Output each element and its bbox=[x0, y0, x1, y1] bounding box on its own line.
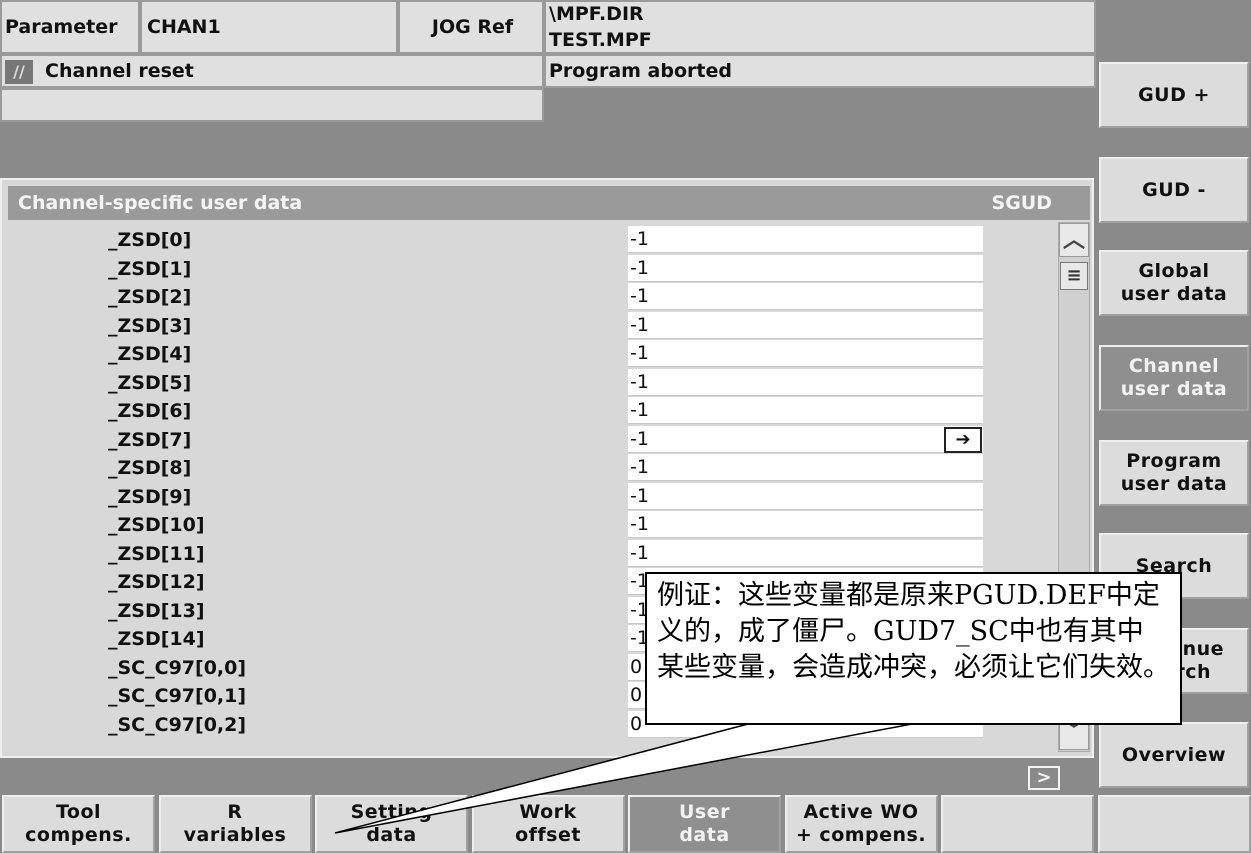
callout-note: 例证：这些变量都是原来PGUD.DEF中定义的，成了僵尸。GUD7_SC中也有其… bbox=[645, 572, 1182, 725]
callout-pointer bbox=[334, 723, 913, 834]
